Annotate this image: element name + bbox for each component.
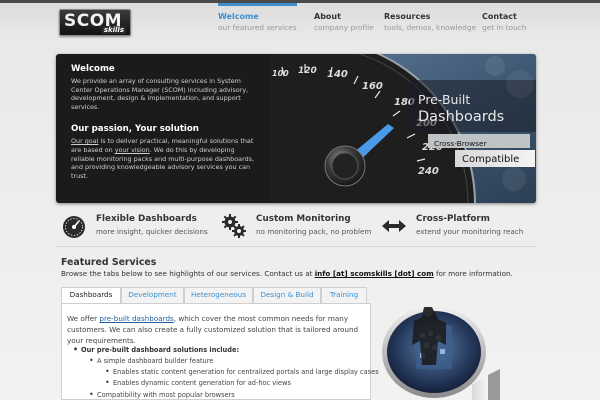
tab-heterogeneous[interactable]: Heterogeneous xyxy=(184,287,253,303)
tab-training[interactable]: Training xyxy=(321,287,367,303)
nav-title: Contact xyxy=(482,12,517,21)
feature-title: Cross-Platform xyxy=(416,214,490,224)
tab-design-build[interactable]: Design & Build xyxy=(253,287,321,303)
nav-subtitle: our featured services xyxy=(218,23,297,32)
gears-icon xyxy=(222,214,246,238)
gauge-label: 160 xyxy=(362,81,383,92)
pre-built-dashboards-link[interactable]: pre-built dashboards xyxy=(99,314,173,323)
passion-text: Our goal is to deliver practical, meanin… xyxy=(71,137,255,180)
nav-subtitle: tools, demos, knowledge xyxy=(384,23,477,32)
goal-link[interactable]: Our goal xyxy=(71,137,98,145)
welcome-text: We provide an array of consulting servic… xyxy=(71,77,249,111)
nav-item-contact[interactable]: Contact get in touch xyxy=(482,3,526,39)
panel-cross-browser: Cross-Browser xyxy=(434,139,487,148)
feature-subtitle: no monitoring pack, no problem xyxy=(256,227,372,236)
list-heading: Our pre-built dashboard solutions includ… xyxy=(73,345,239,354)
nav-subtitle: company profile xyxy=(314,23,374,32)
speedometer-slide: 100 120 140 160 180 200 220 240 xyxy=(270,54,536,203)
list-item: Compatibility with most popular browsers xyxy=(89,390,235,399)
scom-skills-logo[interactable]: SCOM skills xyxy=(59,9,131,36)
tab-dashboards[interactable]: Dashboards xyxy=(61,287,121,304)
nav-title: Resources xyxy=(384,12,431,21)
nav-item-welcome[interactable]: Welcome our featured services xyxy=(218,3,297,39)
gauge-label: 100 xyxy=(272,69,289,78)
gauge-label: 120 xyxy=(298,66,317,76)
feature-title: Custom Monitoring xyxy=(256,214,351,224)
touchscreen-photo xyxy=(382,306,500,400)
tab-intro: We offer pre-built dashboards, which cov… xyxy=(67,314,359,345)
featured-services-title: Featured Services xyxy=(61,257,157,268)
feature-cross-platform: Cross-Platform extend your monitoring re… xyxy=(381,213,531,239)
tab-panel-dashboards: We offer pre-built dashboards, which cov… xyxy=(61,303,379,400)
slider-pager xyxy=(493,190,533,203)
featured-services-desc: Browse the tabs below to see highlights … xyxy=(61,269,513,278)
nav-title: Welcome xyxy=(218,12,259,21)
nav-item-about[interactable]: About company profile xyxy=(314,3,374,39)
feature-flexible-dashboards: Flexible Dashboards more insight, quicke… xyxy=(61,213,211,239)
feature-title: Flexible Dashboards xyxy=(96,214,197,224)
hero-slider: Welcome We provide an array of consultin… xyxy=(56,54,536,203)
nav-item-resources[interactable]: Resources tools, demos, knowledge xyxy=(384,3,476,39)
panel-compatible: Compatible xyxy=(462,154,520,165)
feature-subtitle: extend your monitoring reach xyxy=(416,227,524,236)
list-item: Enables dynamic content generation for a… xyxy=(105,378,291,387)
list-item: A simple dashboard builder feature xyxy=(89,356,213,365)
tab-development[interactable]: Development xyxy=(121,287,184,303)
double-arrow-icon xyxy=(382,220,406,232)
panel-title-line1: Pre-Built xyxy=(418,92,471,107)
speedometer-icon xyxy=(63,216,85,238)
welcome-heading: Welcome xyxy=(71,64,115,74)
nav-title: About xyxy=(314,12,341,21)
feature-custom-monitoring: Custom Monitoring no monitoring pack, no… xyxy=(221,213,371,239)
passion-heading: Our passion, Your solution xyxy=(71,124,199,135)
panel-title-line2: Dashboards xyxy=(418,109,505,125)
vision-link[interactable]: your vision xyxy=(115,146,150,154)
hero-text: Welcome We provide an array of consultin… xyxy=(71,64,259,180)
nav-subtitle: get in touch xyxy=(482,23,527,32)
logo-subtext: skills xyxy=(101,26,126,34)
gauge-label: 140 xyxy=(327,69,348,80)
section-divider xyxy=(56,246,536,247)
gauge-label: 240 xyxy=(418,166,439,177)
feature-subtitle: more insight, quicker decisions xyxy=(96,227,208,236)
list-item: Enables static content generation for ce… xyxy=(105,367,379,376)
contact-email-link[interactable]: info [at] scomskills [dot] com xyxy=(315,269,434,278)
